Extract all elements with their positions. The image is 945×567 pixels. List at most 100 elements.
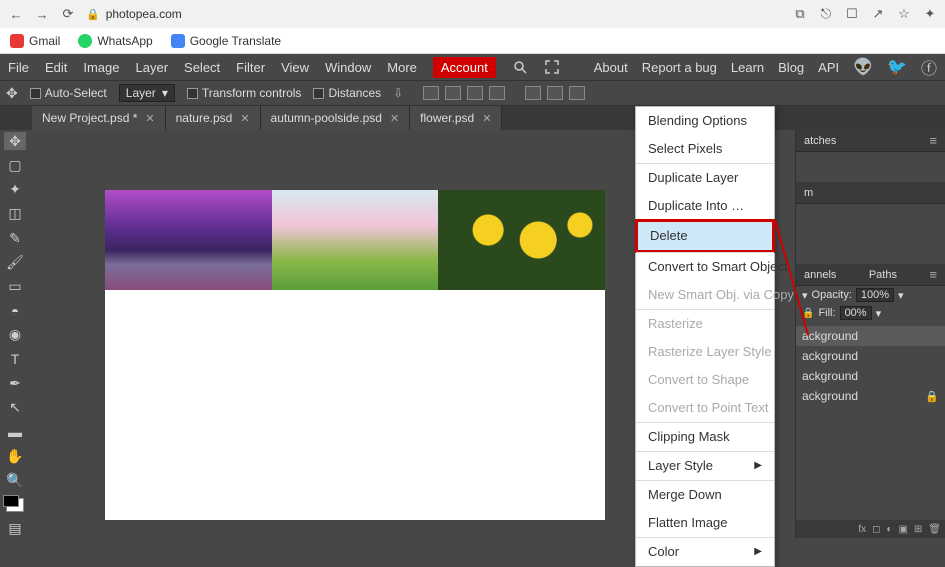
menu-view[interactable]: View [281, 60, 309, 75]
close-icon[interactable]: ✕ [240, 112, 249, 125]
link-reportbug[interactable]: Report a bug [642, 60, 717, 75]
menu-image[interactable]: Image [83, 60, 119, 75]
install-icon[interactable]: ⧉ [793, 6, 807, 22]
eyedropper-tool[interactable]: ✎ [4, 229, 26, 247]
crop-tool[interactable]: ◫ [4, 205, 26, 223]
menu-filter[interactable]: Filter [236, 60, 265, 75]
fill-input[interactable]: 00% [840, 306, 872, 320]
align-center-icon[interactable] [445, 86, 461, 100]
ctx-select-pixels[interactable]: Select Pixels [636, 135, 774, 163]
panel-menu-icon[interactable]: ≡ [929, 267, 937, 282]
auto-select-checkbox[interactable]: Auto-Select [30, 86, 107, 100]
clone-tool[interactable]: ▭ [4, 277, 26, 295]
transform-checkbox[interactable]: Transform controls [187, 86, 302, 100]
link-about[interactable]: About [594, 60, 628, 75]
twitter-icon[interactable]: 🐦 [887, 57, 907, 77]
image-layer-1[interactable] [105, 190, 272, 290]
link-learn[interactable]: Learn [731, 60, 764, 75]
align-right-icon[interactable] [467, 86, 483, 100]
reddit-icon[interactable]: 👽 [853, 57, 873, 77]
menu-file[interactable]: File [8, 60, 29, 75]
bookmark-star-icon[interactable]: ☆ [897, 6, 911, 22]
ctx-flatten[interactable]: Flatten Image [636, 509, 774, 537]
type-tool[interactable]: T [4, 350, 26, 368]
address-bar[interactable]: 🔒 photopea.com [86, 7, 182, 21]
close-icon[interactable]: ✕ [482, 112, 491, 125]
bookmark-translate[interactable]: Google Translate [171, 34, 281, 48]
new-layer-icon[interactable]: ⊞ [914, 524, 922, 535]
paths-tab[interactable]: Paths [869, 269, 897, 281]
histogram-panel-header[interactable]: m [796, 182, 945, 204]
move-tool[interactable]: ✥ [4, 132, 26, 150]
fx-icon[interactable]: fx [858, 524, 866, 535]
layer-row[interactable]: ackground [796, 326, 945, 346]
marquee-tool[interactable]: ▢ [4, 156, 26, 174]
align-left-icon[interactable] [423, 86, 439, 100]
menu-window[interactable]: Window [325, 60, 371, 75]
link-api[interactable]: API [818, 60, 839, 75]
ctx-clipping-mask[interactable]: Clipping Mask [636, 422, 774, 451]
channels-tab[interactable]: annels [804, 269, 836, 281]
forward-button[interactable]: → [34, 6, 50, 22]
align-top-icon[interactable] [489, 86, 505, 100]
opacity-input[interactable]: 100% [856, 288, 894, 302]
adjustment-icon[interactable]: ◐ [886, 524, 892, 535]
ctx-color[interactable]: Color▶ [636, 537, 774, 566]
distribute-v-icon[interactable] [547, 86, 563, 100]
account-button[interactable]: Account [433, 57, 496, 78]
reload-button[interactable]: ⟳ [60, 6, 76, 22]
link-blog[interactable]: Blog [778, 60, 804, 75]
gradient-tool[interactable]: ◉ [4, 326, 26, 344]
extension-icon[interactable]: ✦ [923, 6, 937, 22]
menu-edit[interactable]: Edit [45, 60, 67, 75]
close-icon[interactable]: ✕ [145, 112, 154, 125]
color-swatch[interactable] [4, 496, 26, 514]
distribute-space-icon[interactable] [569, 86, 585, 100]
back-button[interactable]: ← [8, 6, 24, 22]
bookmark-gmail[interactable]: Gmail [10, 34, 60, 48]
path-tool[interactable]: ↖ [4, 399, 26, 417]
panel-menu-icon[interactable]: ≡ [929, 133, 937, 148]
brush-tool[interactable]: 🖌 [4, 253, 26, 271]
layer-row[interactable]: ackground [796, 346, 945, 366]
wand-tool[interactable]: ✦ [4, 180, 26, 198]
mask-icon[interactable]: ◻ [872, 524, 880, 535]
canvas[interactable] [105, 190, 605, 520]
tab-new-project[interactable]: New Project.psd * ✕ [32, 106, 166, 130]
ctx-duplicate-layer[interactable]: Duplicate Layer [636, 163, 774, 192]
hand-tool[interactable]: ✋ [4, 447, 26, 465]
ctx-layer-style[interactable]: Layer Style▶ [636, 451, 774, 480]
ctx-convert-smart[interactable]: Convert to Smart Object [636, 252, 774, 281]
ctx-duplicate-into[interactable]: Duplicate Into … [636, 192, 774, 220]
search-icon[interactable] [512, 59, 528, 75]
tab-autumn[interactable]: autumn-poolside.psd ✕ [261, 106, 411, 130]
distribute-h-icon[interactable] [525, 86, 541, 100]
menu-select[interactable]: Select [184, 60, 220, 75]
scope-dropdown[interactable]: Layer ▾ [119, 84, 175, 102]
shape-tool[interactable]: ▬ [4, 423, 26, 441]
chevron-down-icon[interactable]: ▾ [898, 289, 904, 302]
image-layer-2[interactable] [272, 190, 439, 290]
chevron-down-icon[interactable]: ▾ [802, 289, 808, 302]
menu-layer[interactable]: Layer [136, 60, 169, 75]
bookmark-whatsapp[interactable]: WhatsApp [78, 34, 152, 48]
tab-nature[interactable]: nature.psd ✕ [166, 106, 261, 130]
download-icon[interactable]: ⇩ [393, 86, 403, 100]
fullscreen-icon[interactable] [544, 59, 560, 75]
ctx-merge-down[interactable]: Merge Down [636, 480, 774, 509]
delete-icon[interactable]: 🗑 [928, 524, 941, 535]
folder-icon[interactable]: ▣ [898, 524, 907, 535]
image-layer-3[interactable] [438, 190, 605, 290]
share-icon[interactable]: ↗ [871, 6, 885, 22]
translate-icon[interactable]: ⎋ [819, 6, 833, 22]
ctx-delete[interactable]: Delete [638, 222, 772, 250]
facebook-icon[interactable]: ⓕ [921, 55, 937, 79]
layer-row[interactable]: ackground [796, 366, 945, 386]
chevron-down-icon[interactable]: ▾ [876, 307, 882, 320]
tab-flower[interactable]: flower.psd ✕ [410, 106, 502, 130]
swatches-panel-header[interactable]: atches ≡ [796, 130, 945, 152]
quickmask-tool[interactable]: ▤ [4, 520, 26, 538]
eraser-tool[interactable]: ◓ [4, 302, 26, 320]
zoom-tool[interactable]: 🔍 [4, 471, 26, 489]
pen-tool[interactable]: ✒ [4, 374, 26, 392]
